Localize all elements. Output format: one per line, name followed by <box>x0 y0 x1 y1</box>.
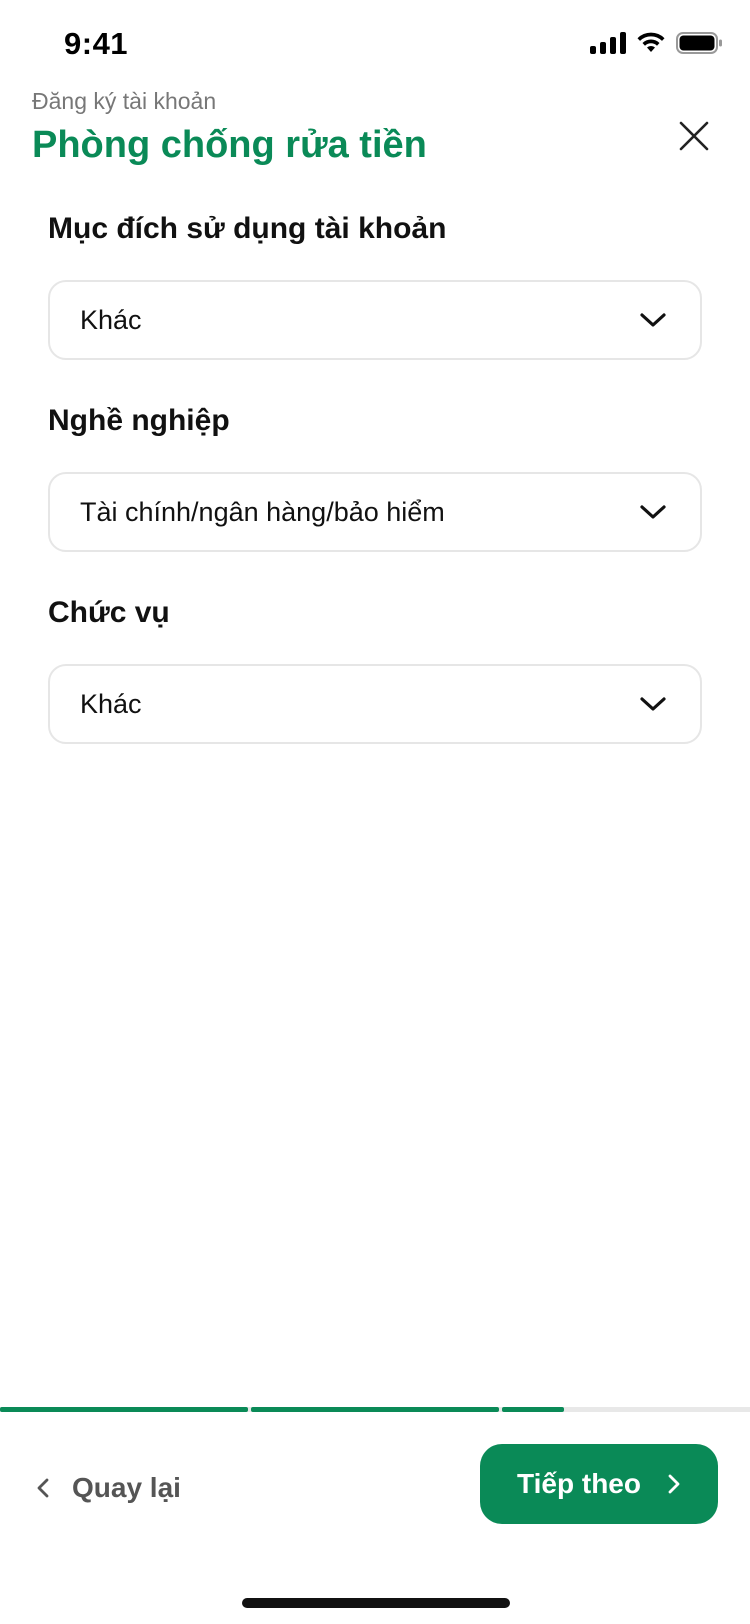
home-indicator <box>242 1598 510 1608</box>
position-select[interactable]: Khác <box>48 664 702 744</box>
chevron-down-icon <box>636 303 670 337</box>
progress-segment-3 <box>502 1407 564 1412</box>
purpose-label: Mục đích sử dụng tài khoản <box>48 212 447 245</box>
occupation-label: Nghề nghiệp <box>48 404 230 437</box>
next-button-label: Tiếp theo <box>517 1468 641 1499</box>
signal-icon <box>590 32 626 54</box>
chevron-right-icon <box>668 1474 680 1494</box>
close-icon <box>679 121 709 151</box>
progress-segment-2 <box>251 1407 499 1412</box>
wifi-icon <box>637 32 665 52</box>
chevron-left-icon <box>37 1478 49 1498</box>
progress-bar <box>0 1407 750 1412</box>
status-bar: 9:41 <box>0 0 750 90</box>
back-button[interactable]: Quay lại <box>36 1460 181 1516</box>
progress-segment-1 <box>0 1407 248 1412</box>
back-button-label: Quay lại <box>72 1472 181 1503</box>
occupation-select-value: Tài chính/ngân hàng/bảo hiểm <box>80 496 445 527</box>
position-label: Chức vụ <box>48 596 170 629</box>
page-title: Phòng chống rửa tiền <box>32 124 427 166</box>
status-time: 9:41 <box>64 26 129 61</box>
position-select-value: Khác <box>80 688 142 719</box>
close-button[interactable] <box>672 114 716 158</box>
chevron-down-icon <box>636 495 670 529</box>
chevron-down-icon <box>636 687 670 721</box>
battery-icon <box>676 32 722 54</box>
purpose-select[interactable]: Khác <box>48 280 702 360</box>
occupation-select[interactable]: Tài chính/ngân hàng/bảo hiểm <box>48 472 702 552</box>
breadcrumb: Đăng ký tài khoản <box>32 88 217 114</box>
purpose-select-value: Khác <box>80 304 142 335</box>
next-button[interactable]: Tiếp theo <box>480 1444 718 1524</box>
status-icons <box>590 32 722 54</box>
